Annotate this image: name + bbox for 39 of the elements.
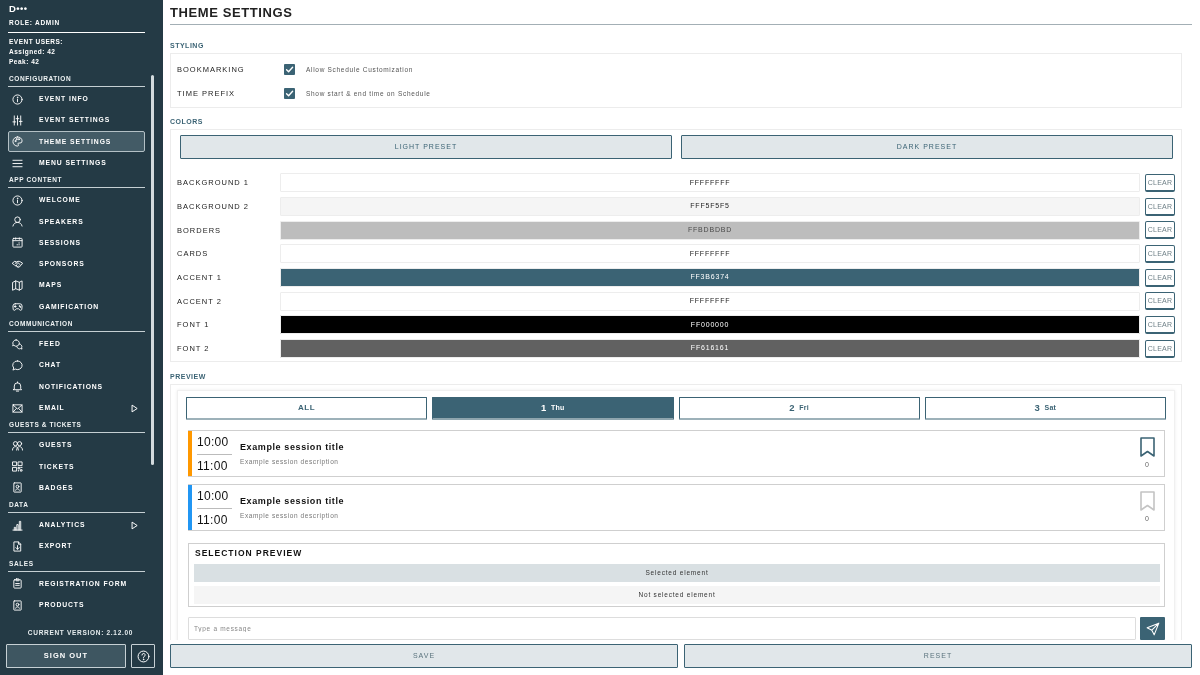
id-badge-icon <box>12 599 23 611</box>
sliders-icon <box>12 114 23 126</box>
qr-code-icon <box>12 461 23 473</box>
chat-bubbles-icon <box>12 338 23 350</box>
user-name: D••• <box>8 3 29 14</box>
bar-chart-icon <box>12 519 23 531</box>
envelope-icon <box>12 402 23 414</box>
person-icon <box>12 216 23 228</box>
bookmark-icon[interactable] <box>1139 437 1155 458</box>
start-time: 10:00 <box>197 435 229 450</box>
clipboard-icon <box>12 578 23 590</box>
start-time: 10:00 <box>197 489 229 504</box>
palette-icon <box>12 136 23 148</box>
session-title: Example session title <box>240 442 345 454</box>
people-icon <box>12 439 23 451</box>
end-time: 11:00 <box>197 513 228 528</box>
checkbox[interactable] <box>284 87 295 99</box>
send-icon <box>1145 621 1160 636</box>
scrollbar-thumb[interactable] <box>151 74 154 465</box>
info-icon <box>12 194 23 206</box>
send-button[interactable] <box>1140 617 1165 640</box>
document-arrow-icon <box>12 541 23 552</box>
info-icon <box>12 93 23 105</box>
calendar-icon <box>12 237 23 249</box>
page-title: THEME SETTINGS <box>170 4 293 20</box>
handshake-icon <box>12 258 23 270</box>
day-tab[interactable]: ALL <box>186 397 428 421</box>
id-badge-icon <box>12 482 23 494</box>
gamepad-icon <box>12 301 23 313</box>
checkbox[interactable] <box>284 63 295 75</box>
session-title: Example session title <box>240 496 345 508</box>
help-button[interactable] <box>131 644 155 668</box>
map-icon <box>12 280 23 291</box>
help-icon <box>136 649 150 663</box>
bell-icon <box>12 381 23 393</box>
end-time: 11:00 <box>197 459 228 474</box>
selection-title: SELECTION PREVIEW <box>195 548 303 560</box>
menu-icon <box>12 157 23 169</box>
chat-bubble-icon <box>12 359 23 371</box>
